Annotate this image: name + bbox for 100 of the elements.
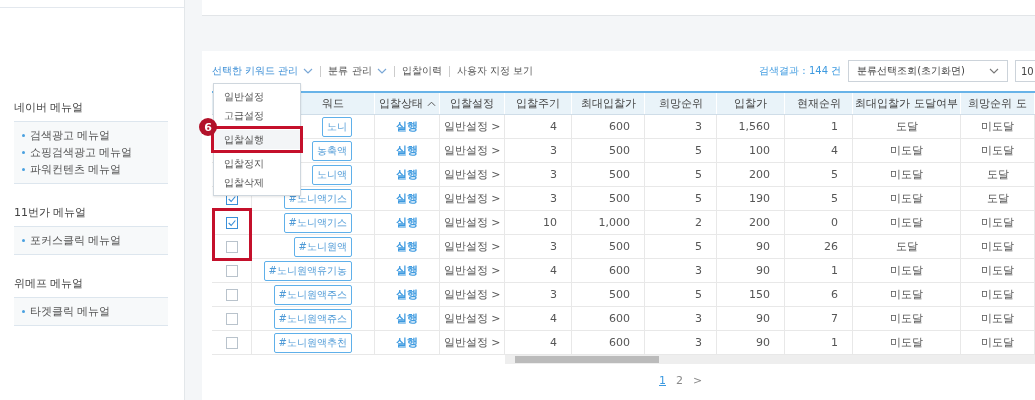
setting-link[interactable]: 일반설정 > (443, 143, 501, 158)
setting-link[interactable]: 일반설정 > (443, 119, 501, 134)
column-header: 입찰설정 (450, 96, 494, 111)
number-cell: 10 (543, 216, 557, 229)
number-cell: 3 (550, 288, 557, 301)
number-cell: 2 (695, 216, 702, 229)
chevron-down-icon[interactable] (303, 68, 314, 74)
number-cell: 3 (550, 144, 557, 157)
status-cell: 미도달 (890, 167, 923, 182)
menu-item[interactable]: 고급설정 (214, 106, 300, 125)
number-cell: 4 (550, 120, 557, 133)
status-cell: 미도달 (981, 335, 1014, 350)
menu-item[interactable]: 입찰정지 (214, 154, 300, 173)
filter-select[interactable]: 분류선택조회(초기화면) (848, 60, 1008, 82)
number-cell: 3 (550, 192, 557, 205)
number-cell: 600 (609, 120, 630, 133)
setting-link[interactable]: 일반설정 > (443, 263, 501, 278)
status-cell: 미도달 (890, 191, 923, 206)
manual-link[interactable]: 타겟클릭 메뉴얼 (22, 304, 160, 319)
number-cell: 3 (550, 240, 557, 253)
menu-item[interactable]: 일반설정 (214, 87, 300, 106)
chevron-down-icon[interactable] (376, 68, 387, 74)
page-link[interactable]: 2 (676, 374, 683, 387)
number-cell: 90 (756, 336, 770, 349)
setting-link[interactable]: 일반설정 > (443, 215, 501, 230)
number-cell: 3 (695, 120, 702, 133)
row-checkbox[interactable] (225, 288, 238, 301)
toolbar-button[interactable]: 사용자 지정 보기 (456, 64, 533, 78)
number-cell: 3 (695, 312, 702, 325)
section-title: 네이버 메뉴얼 (14, 100, 85, 115)
number-cell: 500 (609, 144, 630, 157)
sort-up-icon[interactable] (426, 100, 436, 107)
step-badge: 6 (199, 118, 217, 136)
row-checkbox[interactable] (225, 312, 238, 325)
row-checkbox[interactable] (225, 264, 238, 277)
page-size-select[interactable]: 10 (1015, 60, 1035, 82)
result-count: 검색결과 : 144 건 (759, 64, 842, 78)
column-header: 희망순위 (658, 96, 703, 111)
number-cell: 5 (695, 192, 702, 205)
number-cell: 1 (831, 264, 838, 277)
number-cell: 500 (609, 240, 630, 253)
status-cell: 미도달 (981, 239, 1014, 254)
number-cell: 500 (609, 168, 630, 181)
row-checkbox[interactable] (225, 336, 238, 349)
number-cell: 3 (550, 168, 557, 181)
number-cell: 190 (749, 192, 770, 205)
number-cell: 200 (749, 216, 770, 229)
setting-link[interactable]: 일반설정 > (443, 239, 501, 254)
setting-link[interactable]: 일반설정 > (443, 287, 501, 302)
toolbar-button[interactable]: 입찰이력 (401, 64, 442, 78)
number-cell: 4 (550, 336, 557, 349)
horizontal-scrollbar[interactable] (505, 355, 1035, 364)
number-cell: 500 (609, 288, 630, 301)
section-title: 11번가 메뉴얼 (14, 205, 88, 220)
page-link[interactable]: > (693, 374, 703, 387)
setting-link[interactable]: 일반설정 > (443, 167, 501, 182)
number-cell: 1 (831, 336, 838, 349)
setting-link[interactable]: 일반설정 > (443, 191, 501, 206)
number-cell: 600 (609, 336, 630, 349)
number-cell: 500 (609, 192, 630, 205)
manual-link[interactable]: 검색광고 메뉴얼 (22, 128, 160, 143)
number-cell: 100 (749, 144, 770, 157)
status-cell: 미도달 (890, 311, 923, 326)
number-cell: 90 (756, 312, 770, 325)
number-cell: 5 (695, 240, 702, 253)
check-icon (226, 217, 237, 228)
number-cell: 1,000 (598, 216, 630, 229)
setting-link[interactable]: 일반설정 > (443, 335, 501, 350)
row-checkbox[interactable] (225, 216, 238, 229)
number-cell: 4 (550, 264, 557, 277)
status-cell: 미도달 (981, 215, 1014, 230)
column-header: 현재순위 (796, 96, 841, 111)
column-header: 입찰가 (734, 96, 767, 111)
setting-link[interactable]: 일반설정 > (443, 311, 501, 326)
status-cell: 미도달 (890, 335, 923, 350)
row-checkbox[interactable] (225, 240, 238, 253)
number-cell: 6 (831, 288, 838, 301)
status-cell: 도달 (986, 191, 1009, 206)
number-cell: 3 (695, 264, 702, 277)
manual-link[interactable]: 포커스클릭 메뉴얼 (22, 233, 160, 248)
column-header: 워드 (322, 96, 344, 111)
status-cell: 미도달 (981, 287, 1014, 302)
menu-item[interactable]: 입찰실행 (214, 130, 300, 149)
status-cell: 미도달 (981, 143, 1014, 158)
number-cell: 5 (831, 168, 838, 181)
toolbar-button[interactable]: 분류 관리 (328, 64, 372, 78)
status-cell: 도달 (986, 167, 1009, 182)
manual-link[interactable]: 파워컨텐츠 메뉴얼 (22, 162, 160, 177)
check-icon (226, 193, 237, 204)
toolbar-button[interactable]: 선택한 키워드 관리 (212, 64, 299, 78)
number-cell: 600 (609, 264, 630, 277)
chevron-down-icon (989, 68, 999, 74)
section-title: 위메프 메뉴얼 (14, 276, 85, 291)
status-cell: 미도달 (890, 143, 923, 158)
column-header: 최대입찰가 도달여부 (855, 96, 958, 111)
number-cell: 5 (695, 144, 702, 157)
manual-link[interactable]: 쇼핑검색광고 메뉴얼 (22, 145, 160, 160)
number-cell: 7 (831, 312, 838, 325)
number-cell: 90 (756, 240, 770, 253)
number-cell: 1,560 (738, 120, 770, 133)
